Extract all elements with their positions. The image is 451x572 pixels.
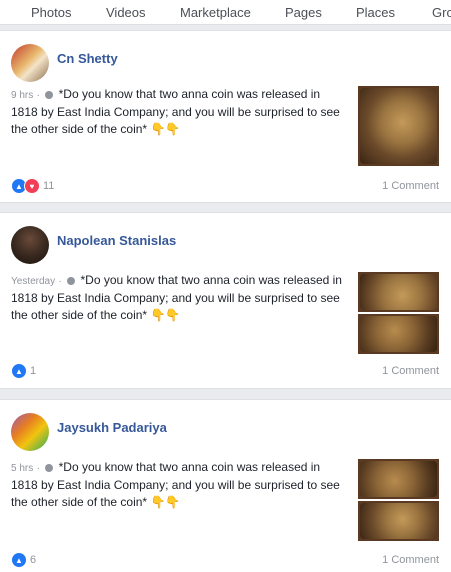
avatar[interactable]: [11, 44, 49, 82]
post-time[interactable]: 5 hrs: [11, 463, 33, 474]
love-reaction-icon: ♥: [24, 178, 40, 194]
coin-photo[interactable]: [358, 272, 439, 312]
tab-videos[interactable]: Videos: [106, 5, 146, 20]
post-card: Jaysukh Padariya 5 hrs · *Do you know th…: [0, 399, 451, 572]
coin-photo-reverse[interactable]: [358, 314, 439, 354]
globe-icon: [67, 277, 76, 285]
post-body: 9 hrs · *Do you know that two anna coin …: [11, 86, 347, 138]
tab-groups[interactable]: Gro: [432, 5, 451, 20]
coin-photo[interactable]: [358, 459, 439, 499]
post-body: Yesterday · *Do you know that two anna c…: [11, 272, 347, 324]
post-time[interactable]: 9 hrs: [11, 90, 33, 101]
reactions-summary[interactable]: ▲ 1: [11, 363, 36, 379]
pointing-down-emoji: 👇👇: [150, 495, 181, 509]
comment-count-link[interactable]: 1 Comment: [382, 365, 439, 377]
tab-pages[interactable]: Pages: [285, 5, 322, 20]
post-card: Cn Shetty 9 hrs · *Do you know that two …: [0, 30, 451, 203]
coin-image: [360, 503, 437, 539]
separator: ·: [36, 90, 40, 101]
reactions-summary[interactable]: ▲ ♥ 11: [11, 178, 54, 194]
avatar[interactable]: [11, 226, 49, 264]
coin-image: [360, 316, 437, 352]
post-time[interactable]: Yesterday: [11, 276, 55, 287]
separator: ·: [58, 276, 62, 287]
author-name[interactable]: Napolean Stanislas: [57, 233, 176, 248]
pointing-down-emoji: 👇👇: [150, 122, 181, 136]
tab-places[interactable]: Places: [356, 5, 395, 20]
globe-icon: [45, 464, 54, 472]
post-card: Napolean Stanislas Yesterday · *Do you k…: [0, 212, 451, 389]
coin-photo[interactable]: [358, 86, 439, 166]
tab-photos[interactable]: Photos: [31, 5, 71, 20]
comment-count-link[interactable]: 1 Comment: [382, 180, 439, 192]
search-filter-tabs: Photos Videos Marketplace Pages Places G…: [0, 0, 451, 25]
tab-marketplace[interactable]: Marketplace: [180, 5, 251, 20]
separator: ·: [36, 463, 40, 474]
avatar[interactable]: [11, 413, 49, 451]
comment-count-link[interactable]: 1 Comment: [382, 554, 439, 566]
coin-photo-reverse[interactable]: [358, 501, 439, 541]
reaction-count: 6: [30, 554, 37, 566]
reaction-count: 1: [30, 365, 37, 377]
coin-image: [360, 274, 437, 310]
pointing-down-emoji: 👇👇: [150, 308, 181, 322]
like-reaction-icon: ▲: [11, 363, 27, 379]
coin-image: [360, 461, 437, 497]
like-reaction-icon: ▲: [11, 552, 27, 568]
reaction-count: 11: [43, 180, 55, 192]
globe-icon: [45, 91, 54, 99]
author-name[interactable]: Jaysukh Padariya: [57, 420, 167, 435]
coin-image: [360, 88, 437, 164]
author-name[interactable]: Cn Shetty: [57, 51, 118, 66]
post-body: 5 hrs · *Do you know that two anna coin …: [11, 459, 347, 511]
reactions-summary[interactable]: ▲ 6: [11, 552, 36, 568]
